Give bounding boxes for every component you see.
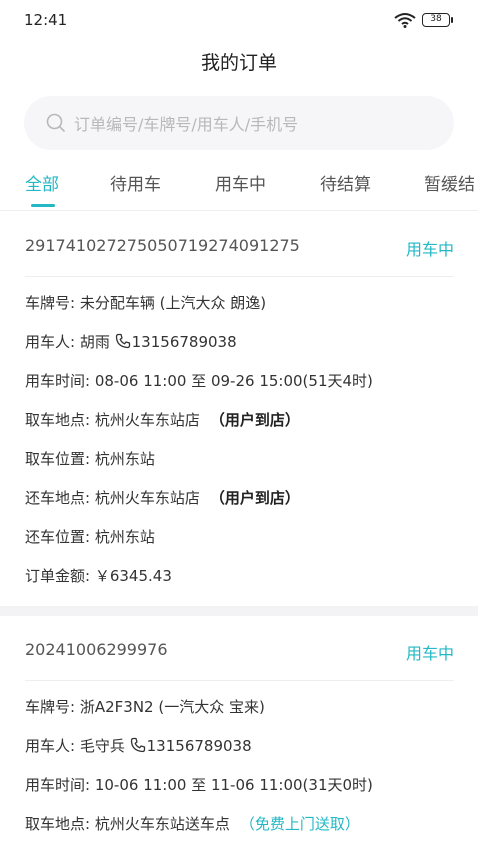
wifi-icon [394, 13, 416, 28]
status-time: 12:41 [24, 11, 68, 29]
plate-label: 车牌号: [25, 294, 76, 312]
pickup-value: 杭州火车东站送车点 [94, 815, 230, 833]
return-row: 还车地点: 杭州火车东站店 （用户到店） [25, 487, 300, 508]
tab-pending-settlement[interactable]: 待结算 [320, 170, 371, 195]
user-name: 胡雨 [79, 333, 110, 351]
time-value: 10-06 11:00 至 11-06 11:00(31天0时) [94, 776, 373, 794]
plate-label: 车牌号: [25, 698, 76, 716]
user-label: 用车人: [25, 333, 76, 351]
user-row: 用车人: 毛守兵 13156789038 [25, 735, 252, 756]
return-position-label: 还车位置: [25, 528, 91, 546]
tab-pending-use[interactable]: 待用车 [110, 170, 161, 195]
pickup-value: 杭州火车东站店 [94, 411, 200, 429]
amount-value: ￥6345.43 [94, 567, 172, 585]
return-tag: （用户到店） [209, 489, 300, 507]
battery-icon: 38 [422, 13, 453, 27]
card-separator [0, 606, 478, 616]
card-divider [25, 276, 454, 277]
user-name: 毛守兵 [79, 737, 125, 755]
tab-all[interactable]: 全部 [25, 170, 59, 195]
card-divider [25, 680, 454, 681]
time-label: 用车时间: [25, 776, 91, 794]
tab-in-use[interactable]: 用车中 [215, 170, 266, 195]
order-status: 用车中 [405, 644, 454, 663]
plate-value: 浙A2F3N2 (一汽大众 宝来) [79, 698, 265, 716]
phone-icon [115, 333, 130, 349]
order-card[interactable]: 29174102727505071927409​1275 用车中 车牌号: 未分… [0, 214, 478, 606]
time-row: 用车时间: 08-06 11:00 至 09-26 15:00(51天4时) [25, 370, 373, 391]
search-icon [46, 113, 65, 132]
tab-active-indicator [31, 204, 55, 207]
plate-row: 车牌号: 未分配车辆 (上汽大众 朗逸) [25, 292, 266, 313]
pickup-label: 取车地点: [25, 411, 91, 429]
pickup-row: 取车地点: 杭州火车东站店 （用户到店） [25, 409, 300, 430]
pickup-position-row: 取车位置: 杭州东站 [25, 448, 155, 469]
phone-icon [130, 737, 145, 753]
return-label: 还车地点: [25, 489, 91, 507]
amount-label: 订单金额: [25, 567, 91, 585]
user-label: 用车人: [25, 737, 76, 755]
order-card-header: 29174102727505071927409​1275 用车中 [0, 214, 478, 277]
pickup-tag: （用户到店） [209, 411, 300, 429]
order-number: 20241006299976 [25, 640, 168, 659]
tab-deferred-settlement[interactable]: 暂缓结 [424, 170, 475, 195]
order-card-header: 20241006299976 用车中 [0, 618, 478, 681]
return-position-row: 还车位置: 杭州东站 [25, 526, 155, 547]
status-icons: 38 [394, 12, 453, 28]
time-label: 用车时间: [25, 372, 91, 390]
plate-value: 未分配车辆 (上汽大众 朗逸) [79, 294, 267, 312]
tabs-divider [0, 210, 478, 211]
status-bar: 12:41 38 [0, 0, 478, 42]
pickup-position-label: 取车位置: [25, 450, 91, 468]
order-card[interactable]: 20241006299976 用车中 车牌号: 浙A2F3N2 (一汽大众 宝来… [0, 618, 478, 850]
user-row: 用车人: 胡雨 13156789038 [25, 331, 237, 352]
user-phone: 13156789038 [146, 737, 252, 755]
return-position-value: 杭州东站 [94, 528, 155, 546]
order-status: 用车中 [405, 240, 454, 259]
page-title: 我的订单 [200, 52, 277, 74]
pickup-row: 取车地点: 杭州火车东站送车点 （免费上门送取） [25, 813, 360, 834]
pickup-position-value: 杭州东站 [94, 450, 155, 468]
order-status-tabs: 全部 待用车 用车中 待结算 暂缓结 [0, 160, 478, 210]
return-value: 杭州火车东站店 [94, 489, 200, 507]
user-phone: 13156789038 [131, 333, 237, 351]
user-phone-link[interactable]: 13156789038 [115, 333, 237, 351]
order-number: 29174102727505071927409​1275 [25, 236, 300, 255]
search-input[interactable]: 订单编号/车牌号/用车人/手机号 [24, 96, 454, 150]
plate-row: 车牌号: 浙A2F3N2 (一汽大众 宝来) [25, 696, 265, 717]
battery-level: 38 [430, 14, 442, 24]
pickup-tag: （免费上门送取） [239, 815, 360, 833]
time-row: 用车时间: 10-06 11:00 至 11-06 11:00(31天0时) [25, 774, 373, 795]
search-placeholder: 订单编号/车牌号/用车人/手机号 [74, 115, 299, 134]
amount-row: 订单金额: ￥6345.43 [25, 565, 172, 586]
pickup-label: 取车地点: [25, 815, 91, 833]
user-phone-link[interactable]: 13156789038 [130, 737, 252, 755]
time-value: 08-06 11:00 至 09-26 15:00(51天4时) [94, 372, 373, 390]
